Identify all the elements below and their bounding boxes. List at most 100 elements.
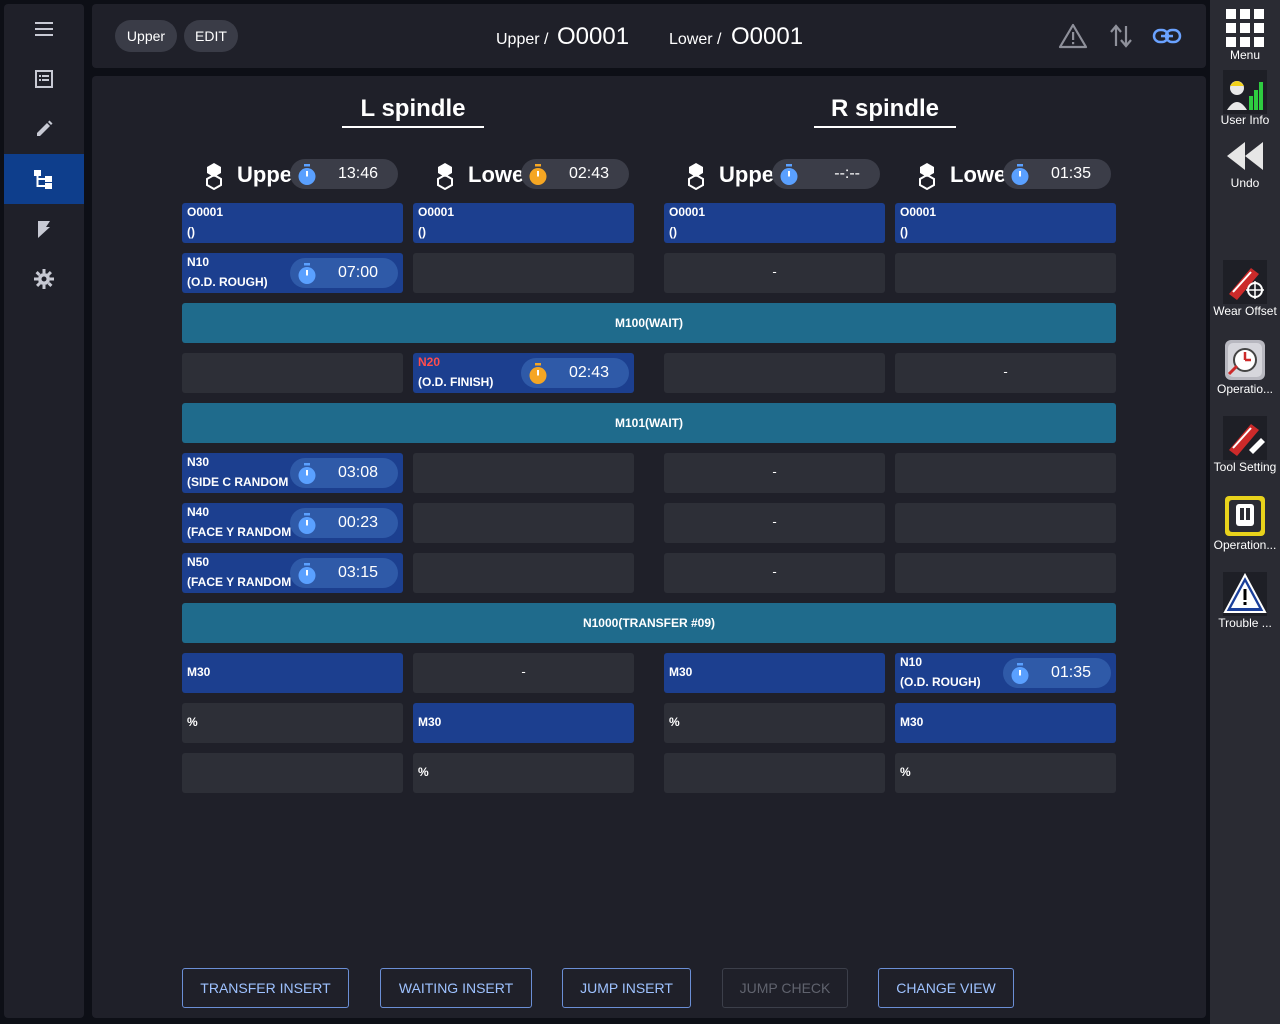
block-code: M30 xyxy=(669,665,693,679)
block-timer-value: 07:00 xyxy=(337,264,378,281)
wait-code-bar[interactable]: M101(WAIT) xyxy=(182,403,1116,443)
program-block-cell[interactable]: O0001 () xyxy=(895,203,1116,243)
program-block-cell[interactable] xyxy=(413,553,634,593)
program-block-cell[interactable]: - xyxy=(413,653,634,693)
column-timer: 02:43 xyxy=(521,159,629,189)
operation-tile-2[interactable]: Operation... xyxy=(1210,492,1280,554)
block-code: % xyxy=(187,715,198,729)
nav-settings[interactable] xyxy=(4,254,84,304)
program-block-cell[interactable]: N10 (O.D. ROUGH) 01:35 xyxy=(895,653,1116,693)
user-signal-icon xyxy=(1223,70,1267,114)
program-block-cell[interactable] xyxy=(895,503,1116,543)
link-button[interactable] xyxy=(1152,24,1184,50)
program-block-cell[interactable]: - xyxy=(664,453,885,493)
program-block-cell[interactable]: - xyxy=(664,553,885,593)
l-spindle-underline xyxy=(342,126,484,128)
column-timer-value: 02:43 xyxy=(568,165,609,182)
stopwatch-icon xyxy=(529,164,547,185)
program-block-cell[interactable]: N40 (FACE Y RANDOM 00:23 xyxy=(182,503,403,543)
top-bar: Upper EDIT Upper / O0001 Lower / O0001 xyxy=(92,4,1206,68)
user-info-tile[interactable]: User Info xyxy=(1210,66,1280,128)
program-block-cell[interactable]: % xyxy=(182,703,403,743)
program-block-cell[interactable]: O0001 () xyxy=(413,203,634,243)
trouble-warning-icon xyxy=(1223,572,1267,616)
program-block-cell[interactable]: M30 xyxy=(895,703,1116,743)
change-view-button[interactable]: CHANGE VIEW xyxy=(878,968,1014,1008)
program-block-cell[interactable] xyxy=(413,503,634,543)
program-block-cell[interactable]: - xyxy=(664,503,885,543)
block-comment: (FACE Y RANDOM xyxy=(187,575,292,589)
program-block-cell[interactable]: - xyxy=(664,253,885,293)
empty-marker: - xyxy=(772,264,777,279)
block-code: % xyxy=(900,765,911,779)
block-number: N40 xyxy=(187,505,210,519)
block-number: N10 xyxy=(187,255,210,269)
program-block-cell[interactable]: - xyxy=(895,353,1116,393)
block-code: M30 xyxy=(418,715,442,729)
bookmark-icon xyxy=(38,221,50,238)
edit-mode-badge[interactable]: EDIT xyxy=(184,20,238,52)
block-timer: 02:43 xyxy=(521,358,629,388)
wear-offset-icon xyxy=(1223,260,1267,304)
program-block-cell[interactable]: % xyxy=(664,703,885,743)
wear-offset-tile[interactable]: Wear Offset xyxy=(1210,258,1280,320)
program-block-cell[interactable]: O0001 () xyxy=(182,203,403,243)
program-block-cell[interactable]: N10 (O.D. ROUGH) 07:00 xyxy=(182,253,403,293)
block-number: N50 xyxy=(187,555,210,569)
program-block-cell[interactable]: M30 xyxy=(182,653,403,693)
menu-button[interactable] xyxy=(4,4,84,54)
operation-timer-icon xyxy=(1225,340,1265,380)
stopwatch-icon-wrap xyxy=(528,164,548,185)
program-block-cell[interactable] xyxy=(182,353,403,393)
grid-menu-icon xyxy=(1226,9,1264,47)
tool-setting-icon xyxy=(1223,416,1267,460)
program-block-cell[interactable]: % xyxy=(895,753,1116,793)
column-timer-value: --:-- xyxy=(834,165,860,182)
transfer-insert-button[interactable]: TRANSFER INSERT xyxy=(182,968,349,1008)
program-block-cell[interactable]: N50 (FACE Y RANDOM 03:15 xyxy=(182,553,403,593)
stopwatch-icon-wrap xyxy=(779,164,799,185)
undo-tile[interactable]: Undo xyxy=(1210,132,1280,192)
program-block-cell[interactable]: % xyxy=(413,753,634,793)
upper-mode-badge[interactable]: Upper xyxy=(115,20,177,52)
program-block-cell[interactable] xyxy=(664,353,885,393)
jump-check-button[interactable]: JUMP CHECK xyxy=(722,968,848,1008)
program-block-cell[interactable] xyxy=(182,753,403,793)
program-block-cell[interactable]: N20 (O.D. FINISH) 02:43 xyxy=(413,353,634,393)
tool-setting-tile[interactable]: Tool Setting xyxy=(1210,414,1280,476)
program-block-cell[interactable] xyxy=(895,553,1116,593)
stopwatch-icon-wrap xyxy=(297,513,317,534)
upper-program-label: Upper / xyxy=(496,31,549,48)
operation-tile-1[interactable]: Operatio... xyxy=(1210,336,1280,398)
block-timer-value: 03:08 xyxy=(337,464,378,481)
operation-1-label: Operatio... xyxy=(1216,382,1274,396)
stopwatch-icon xyxy=(1011,663,1029,684)
program-block-cell[interactable]: M30 xyxy=(664,653,885,693)
menu-tile[interactable]: Menu xyxy=(1210,2,1280,64)
trouble-tile[interactable]: Trouble ... xyxy=(1210,570,1280,632)
wait-code-bar[interactable]: N1000(TRANSFER #09) xyxy=(182,603,1116,643)
stopwatch-icon-wrap xyxy=(297,164,317,185)
stopwatch-icon-wrap xyxy=(297,563,317,584)
program-block-cell[interactable] xyxy=(895,453,1116,493)
program-block-cell[interactable] xyxy=(413,453,634,493)
program-block-cell[interactable] xyxy=(413,253,634,293)
jump-insert-button[interactable]: JUMP INSERT xyxy=(562,968,691,1008)
program-block-cell[interactable] xyxy=(664,753,885,793)
program-block-cell[interactable] xyxy=(895,253,1116,293)
nav-flow[interactable] xyxy=(4,154,84,204)
nav-program-list[interactable] xyxy=(4,54,84,104)
swap-button[interactable] xyxy=(1108,22,1136,52)
program-block-cell[interactable]: O0001 () xyxy=(664,203,885,243)
nav-edit[interactable] xyxy=(4,104,84,154)
spindle-head-icon xyxy=(437,163,453,191)
program-block-cell[interactable]: N30 (SIDE C RANDOM 03:08 xyxy=(182,453,403,493)
wait-code-bar[interactable]: M100(WAIT) xyxy=(182,303,1116,343)
program-block-cell[interactable]: M30 xyxy=(413,703,634,743)
nav-bookmark[interactable] xyxy=(4,204,84,254)
empty-marker: - xyxy=(772,564,777,579)
warning-button[interactable] xyxy=(1058,22,1090,52)
waiting-insert-button[interactable]: WAITING INSERT xyxy=(380,968,532,1008)
lower-program-number: O0001 xyxy=(731,23,804,50)
right-toolbar: Menu User Info Undo Wear Offset Operatio… xyxy=(1210,0,1280,1024)
